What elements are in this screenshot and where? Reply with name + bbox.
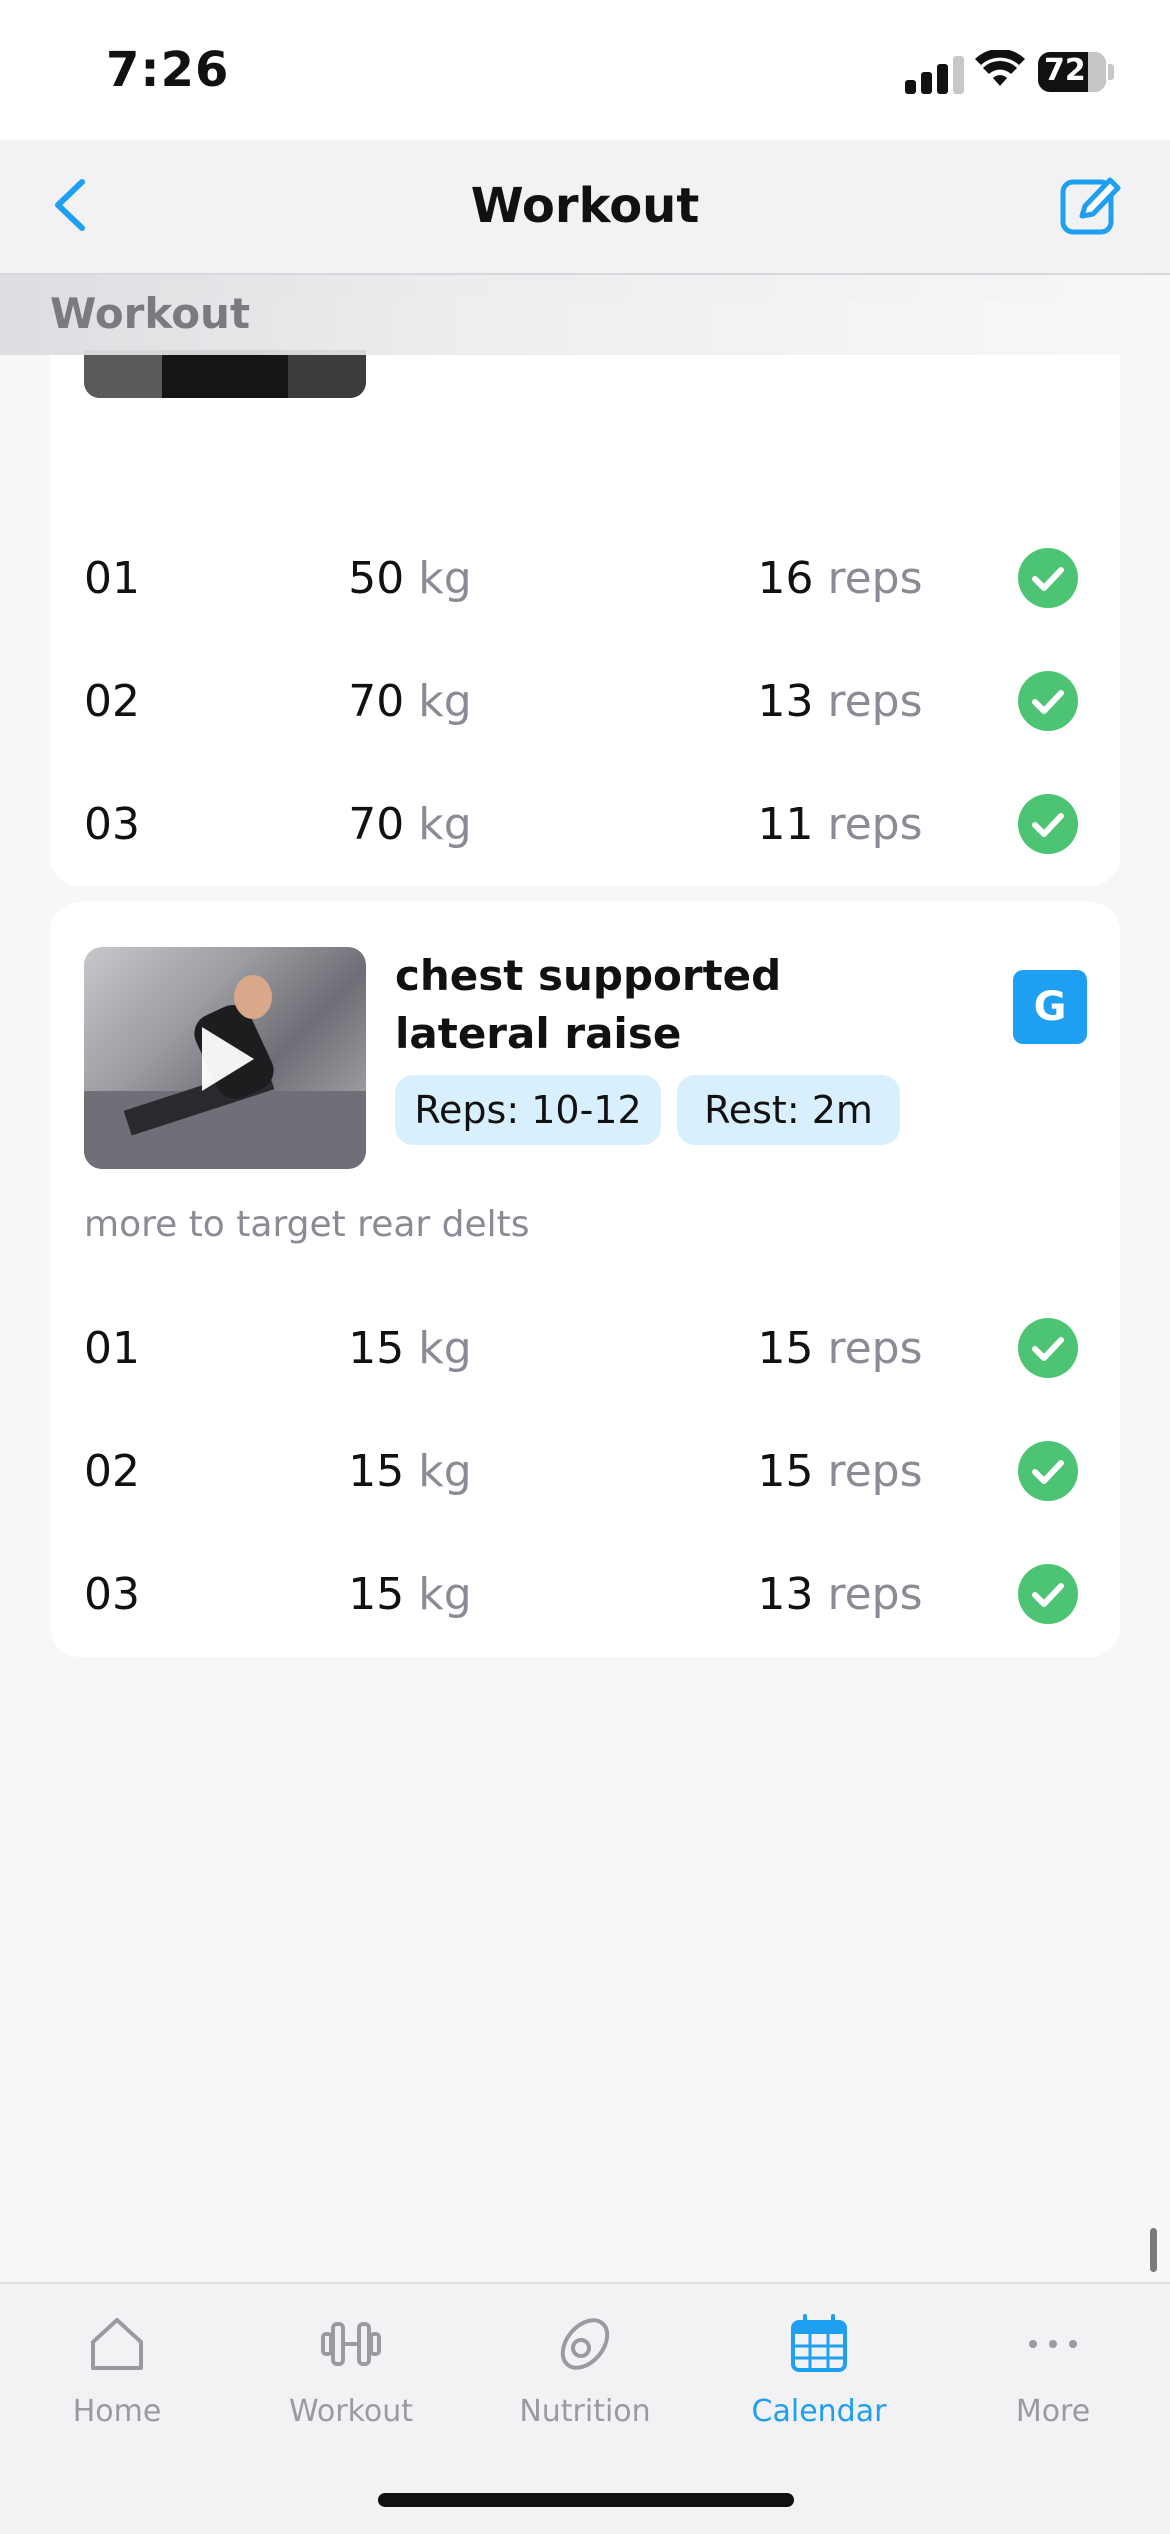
checkmark-icon[interactable] [1018,1564,1078,1624]
tab-nutrition[interactable]: Nutrition [468,2284,702,2454]
checkmark-icon[interactable] [1018,671,1078,731]
reps-target-pill: Reps: 10-12 [395,1075,661,1145]
tab-label: Home [72,2394,162,2429]
set-weight[interactable]: 70 kg [290,799,530,850]
rest-time-pill: Rest: 2m [677,1075,900,1145]
exercise-card: 01 50 kg 16 reps 02 70 kg 13 reps 03 70 … [50,300,1120,886]
exercise-group-badge[interactable]: G [1013,970,1087,1044]
status-time: 7:26 [106,42,230,98]
battery-level: 72 [1044,53,1086,88]
exercise-video-thumbnail[interactable] [84,350,366,398]
checkmark-icon[interactable] [1018,794,1078,854]
set-number: 01 [84,1323,140,1374]
set-number: 01 [84,553,140,604]
set-number: 02 [84,1446,140,1497]
set-number: 03 [84,1569,140,1620]
battery-icon: 72 [1038,52,1106,92]
set-number: 03 [84,799,140,850]
set-weight[interactable]: 15 kg [290,1569,530,1620]
status-bar: 7:26 72 [0,0,1170,140]
tab-label: Nutrition [519,2394,651,2429]
scrollbar[interactable] [1150,2228,1157,2272]
tab-home[interactable]: Home [0,2284,234,2454]
checkmark-icon[interactable] [1018,1441,1078,1501]
edit-icon[interactable] [1056,170,1126,240]
tab-calendar[interactable]: Calendar [702,2284,936,2454]
section-header-label: Workout [50,289,251,338]
battery-tip [1108,64,1114,80]
set-row: 02 15 kg 15 reps [50,1418,1120,1528]
play-icon[interactable] [202,1027,254,1091]
section-header: Workout [0,275,1170,355]
home-icon [91,2318,143,2370]
checkmark-icon[interactable] [1018,548,1078,608]
tab-more[interactable]: More [936,2284,1170,2454]
set-row: 03 70 kg 11 reps [50,771,1120,881]
avocado-icon [560,2318,610,2370]
tab-label: More [1015,2394,1091,2429]
navigation-bar: Workout [0,140,1170,275]
exercise-title[interactable]: chest supported lateral raise [395,947,815,1063]
exercise-card: chest supported lateral raise G Reps: 10… [50,902,1120,1657]
set-weight[interactable]: 15 kg [290,1446,530,1497]
set-reps[interactable]: 13 reps [670,1569,1010,1620]
set-reps[interactable]: 15 reps [670,1323,1010,1374]
set-reps[interactable]: 16 reps [670,553,1010,604]
set-weight[interactable]: 50 kg [290,553,530,604]
exercise-note: more to target rear delts [84,1204,530,1245]
set-row: 03 15 kg 13 reps [50,1541,1120,1651]
dumbbell-icon [321,2322,381,2366]
wifi-icon [975,50,1025,86]
set-weight[interactable]: 70 kg [290,676,530,727]
cellular-signal-icon [905,54,965,94]
set-reps[interactable]: 15 reps [670,1446,1010,1497]
set-number: 02 [84,676,140,727]
exercise-video-thumbnail[interactable] [84,947,366,1169]
set-row: 01 50 kg 16 reps [50,525,1120,635]
more-icon [1029,2340,1077,2348]
set-weight[interactable]: 15 kg [290,1323,530,1374]
home-indicator[interactable] [378,2493,794,2507]
set-reps[interactable]: 11 reps [670,799,1010,850]
set-row: 01 15 kg 15 reps [50,1295,1120,1405]
tab-label: Calendar [751,2394,887,2429]
tab-label: Workout [288,2394,414,2429]
set-reps[interactable]: 13 reps [670,676,1010,727]
calendar-icon [791,2314,847,2372]
set-row: 02 70 kg 13 reps [50,648,1120,758]
tab-workout[interactable]: Workout [234,2284,468,2454]
page-title: Workout [470,178,700,234]
checkmark-icon[interactable] [1018,1318,1078,1378]
